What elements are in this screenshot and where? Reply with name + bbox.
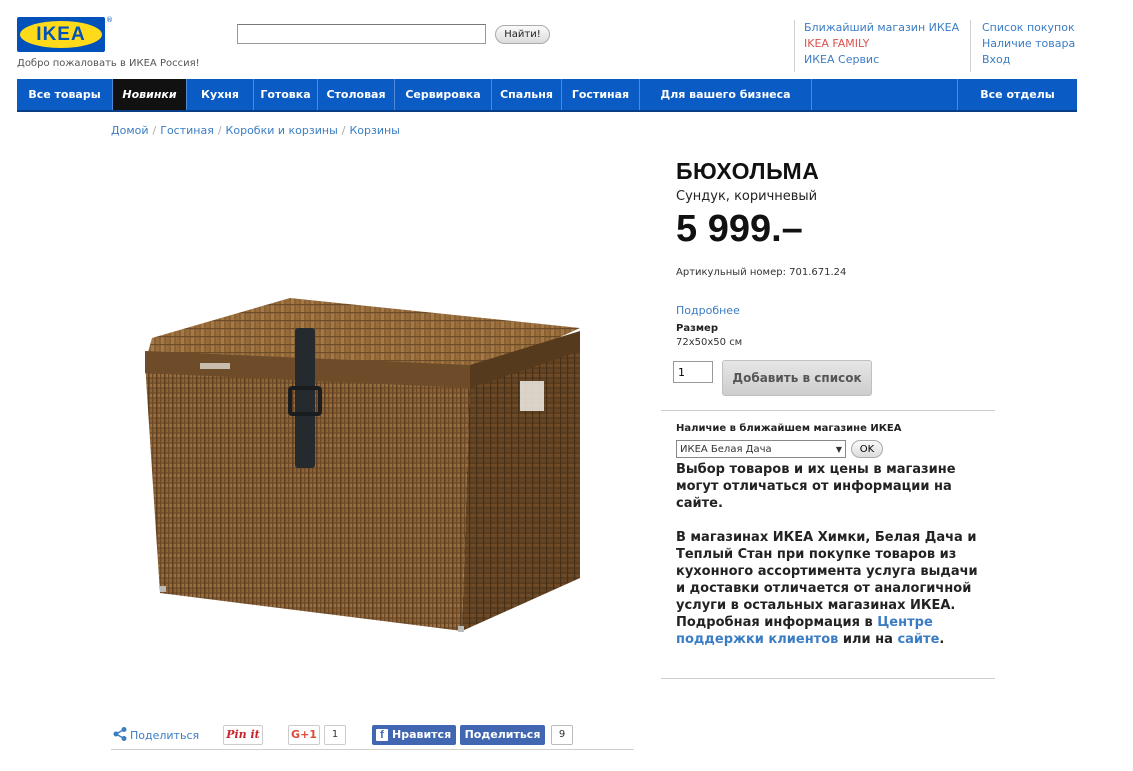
quantity-input[interactable] xyxy=(673,361,713,383)
link-nearest-store[interactable]: Ближайший магазин ИКЕА xyxy=(804,20,959,36)
header-divider xyxy=(794,20,795,72)
store-ok-button[interactable]: OK xyxy=(851,440,883,458)
google-plus-button[interactable]: G+1 xyxy=(288,725,320,745)
breadcrumb-separator: / xyxy=(152,124,157,137)
article-number: Артикульный номер: 701.671.24 xyxy=(676,267,847,278)
search-input[interactable] xyxy=(237,24,486,44)
google-plus-count: 1 xyxy=(324,725,346,745)
facebook-icon: f xyxy=(376,729,388,741)
availability-title: Наличие в ближайшем магазине ИКЕА xyxy=(676,423,902,434)
service-notice-text: или на xyxy=(838,632,898,647)
facebook-like-button[interactable]: f Нравится xyxy=(372,725,456,745)
logo-registered-mark: ® xyxy=(106,16,113,24)
link-ikea-service[interactable]: ИКЕА Сервис xyxy=(804,52,959,68)
breadcrumb: Домой / Гостиная / Коробки и корзины / Корзины xyxy=(111,124,400,137)
nav-item-bedroom[interactable]: Спальня xyxy=(492,79,562,110)
nav-item-serving[interactable]: Сервировка xyxy=(395,79,492,110)
facebook-like-label: Нравится xyxy=(392,728,452,741)
product-price: 5 999.– xyxy=(676,208,803,250)
size-label: Размер xyxy=(676,323,719,334)
nav-item-business[interactable]: Для вашего бизнеса xyxy=(640,79,812,110)
nav-item-all-products[interactable]: Все товары xyxy=(17,79,113,110)
divider xyxy=(111,749,634,750)
breadcrumb-baskets[interactable]: Корзины xyxy=(349,124,399,137)
main-nav: Все товары Новинки Кухня Готовка Столова… xyxy=(17,79,1077,112)
service-notice: В магазинах ИКЕА Химки, Белая Дача и Теп… xyxy=(676,529,988,648)
link-shopping-list[interactable]: Список покупок xyxy=(982,20,1075,36)
service-notice-text: . xyxy=(939,632,945,647)
store-select[interactable]: ИКЕА Белая Дача ▼ xyxy=(676,440,846,458)
ikea-logo[interactable]: IKEA xyxy=(17,17,105,52)
nav-item-new[interactable]: Новинки xyxy=(113,79,187,110)
add-to-list-button[interactable]: Добавить в список xyxy=(722,360,872,396)
breadcrumb-separator: / xyxy=(217,124,222,137)
header-divider xyxy=(970,20,971,72)
link-login[interactable]: Вход xyxy=(982,52,1075,68)
welcome-text: Добро пожаловать в ИКЕА Россия! xyxy=(17,58,200,69)
nav-item-all-departments[interactable]: Все отделы xyxy=(957,79,1077,110)
size-value: 72x50x50 см xyxy=(676,337,743,348)
breadcrumb-boxes-baskets[interactable]: Коробки и корзины xyxy=(226,124,338,137)
divider xyxy=(661,410,995,411)
share-icon[interactable] xyxy=(112,726,128,742)
product-name: БЮХОЛЬМА xyxy=(676,158,820,184)
chevron-down-icon: ▼ xyxy=(835,444,842,454)
nav-item-dining[interactable]: Столовая xyxy=(318,79,395,110)
pinterest-button[interactable]: Pin it xyxy=(223,725,263,745)
nav-item-living-room[interactable]: Гостиная xyxy=(562,79,640,110)
header-links-primary: Ближайший магазин ИКЕА IKEA FAMILY ИКЕА … xyxy=(804,20,959,68)
facebook-share-count: 9 xyxy=(551,725,573,745)
link-ikea-family[interactable]: IKEA FAMILY xyxy=(804,36,959,52)
breadcrumb-home[interactable]: Домой xyxy=(111,124,149,137)
divider xyxy=(661,678,995,679)
breadcrumb-separator: / xyxy=(341,124,346,137)
product-image[interactable] xyxy=(140,293,585,633)
store-select-value: ИКЕА Белая Дача xyxy=(680,443,772,455)
website-link[interactable]: сайте xyxy=(897,632,939,647)
availability-notice: Выбор товаров и их цены в магазине могут… xyxy=(676,462,956,511)
nav-item-cooking[interactable]: Готовка xyxy=(254,79,318,110)
share-link[interactable]: Поделиться xyxy=(130,729,199,742)
breadcrumb-living-room[interactable]: Гостиная xyxy=(160,124,214,137)
header-links-secondary: Список покупок Наличие товара Вход xyxy=(982,20,1075,68)
logo-text: IKEA xyxy=(36,24,86,45)
nav-item-kitchen[interactable]: Кухня xyxy=(187,79,254,110)
more-info-link[interactable]: Подробнее xyxy=(676,304,740,317)
product-subtitle: Сундук, коричневый xyxy=(676,189,818,204)
link-stock-check[interactable]: Наличие товара xyxy=(982,36,1075,52)
facebook-share-button[interactable]: Поделиться xyxy=(460,725,545,745)
search-button[interactable]: Найти! xyxy=(495,25,550,44)
